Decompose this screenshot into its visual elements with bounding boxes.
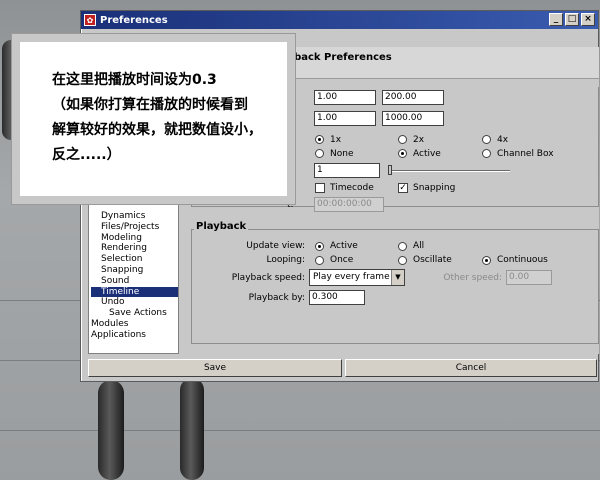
radio-4x[interactable] xyxy=(482,135,491,144)
radio-none[interactable] xyxy=(315,149,324,158)
radio-channel-box[interactable] xyxy=(482,149,491,158)
other-speed-label: Other speed: xyxy=(443,273,502,283)
snapping-checkbox[interactable]: ✓ xyxy=(398,183,408,193)
tree-item-save-actions[interactable]: Save Actions xyxy=(91,308,178,319)
radio-none-label: None xyxy=(330,149,354,159)
tree-item-applications[interactable]: Applications xyxy=(91,330,178,341)
tree-item-modules[interactable]: Modules xyxy=(91,319,178,330)
height-slider-thumb[interactable] xyxy=(388,165,392,175)
playback-by-field[interactable]: 0.300 xyxy=(309,290,365,305)
tree-item-modeling[interactable]: Modeling xyxy=(91,233,178,244)
radio-update-all[interactable] xyxy=(398,242,407,251)
radio-loop-continuous[interactable] xyxy=(482,256,491,265)
tree-item-selection[interactable]: Selection xyxy=(91,254,178,265)
character-leg xyxy=(180,378,204,480)
note-line-3: 解算较好的效果，就把数值设小， xyxy=(52,122,262,138)
animation-start-field[interactable]: 1.00 xyxy=(314,111,376,126)
timecode-checkbox[interactable] xyxy=(315,183,325,193)
maximize-button[interactable]: □ xyxy=(565,13,579,26)
note-line-1: 在这里把播放时间设为0.3 xyxy=(52,72,217,88)
height-field[interactable]: 1 xyxy=(314,163,380,178)
tree-item-undo[interactable]: Undo xyxy=(91,297,178,308)
note-line-2: （如果你打算在播放的时候看到 xyxy=(52,97,248,113)
character-leg xyxy=(98,380,124,480)
tree-item-sound[interactable]: Sound xyxy=(91,276,178,287)
playback-speed-label: Playback speed: xyxy=(231,273,305,283)
radio-channel-box-label: Channel Box xyxy=(497,149,554,159)
tree-item-rendering[interactable]: Rendering xyxy=(91,243,178,254)
save-button[interactable]: Save xyxy=(88,359,342,377)
note-line-4: 反之.....） xyxy=(52,147,121,163)
title-bar[interactable]: ✿ Preferences _ □ × xyxy=(81,11,598,29)
dropdown-arrow-icon: ▼ xyxy=(391,270,404,285)
radio-2x[interactable] xyxy=(398,135,407,144)
tree-item-files-projects[interactable]: Files/Projects xyxy=(91,222,178,233)
playback-group: Playback Update view: Active All Looping… xyxy=(191,221,599,344)
radio-loop-continuous-label: Continuous xyxy=(497,255,548,265)
radio-1x[interactable] xyxy=(315,135,324,144)
radio-loop-once[interactable] xyxy=(315,256,324,265)
radio-4x-label: 4x xyxy=(497,135,509,145)
radio-active-label: Active xyxy=(413,149,441,159)
app-icon: ✿ xyxy=(84,14,96,26)
close-button[interactable]: × xyxy=(581,13,595,26)
radio-active[interactable] xyxy=(398,149,407,158)
looping-label: Looping: xyxy=(266,255,305,265)
playback-group-title: Playback xyxy=(194,221,249,232)
radio-2x-label: 2x xyxy=(413,135,425,145)
playback-by-label: Playback by: xyxy=(248,293,305,303)
radio-loop-oscillate-label: Oscillate xyxy=(413,255,452,265)
playback-speed-dropdown[interactable]: Play every frame ▼ xyxy=(309,269,405,286)
playback-start-field[interactable]: 1.00 xyxy=(314,90,376,105)
playback-speed-value: Play every frame xyxy=(313,272,390,282)
height-slider-track[interactable] xyxy=(388,170,510,172)
radio-1x-label: 1x xyxy=(330,135,342,145)
radio-loop-once-label: Once xyxy=(330,255,354,265)
timecode-label: Timecode xyxy=(330,183,374,193)
annotation-note: 在这里把播放时间设为0.3 （如果你打算在播放的时候看到 解算较好的效果，就把数… xyxy=(12,34,295,204)
update-view-label: Update view: xyxy=(246,241,305,251)
window-title: Preferences xyxy=(100,14,168,26)
animation-end-field[interactable]: 1000.00 xyxy=(382,111,444,126)
grid-line xyxy=(0,430,600,431)
offset-field: 00:00:00:00 xyxy=(314,197,384,212)
tree-item-timeline[interactable]: Timeline xyxy=(91,286,178,298)
tree-item-snapping[interactable]: Snapping xyxy=(91,265,178,276)
tree-item-dynamics[interactable]: Dynamics xyxy=(91,211,178,222)
radio-update-active[interactable] xyxy=(315,242,324,251)
other-speed-field: 0.00 xyxy=(506,270,552,285)
cancel-button[interactable]: Cancel xyxy=(345,359,597,377)
radio-update-all-label: All xyxy=(413,241,425,251)
playback-end-field[interactable]: 200.00 xyxy=(382,90,444,105)
radio-loop-oscillate[interactable] xyxy=(398,256,407,265)
radio-update-active-label: Active xyxy=(330,241,358,251)
snapping-label: Snapping xyxy=(413,183,456,193)
minimize-button[interactable]: _ xyxy=(549,13,563,26)
